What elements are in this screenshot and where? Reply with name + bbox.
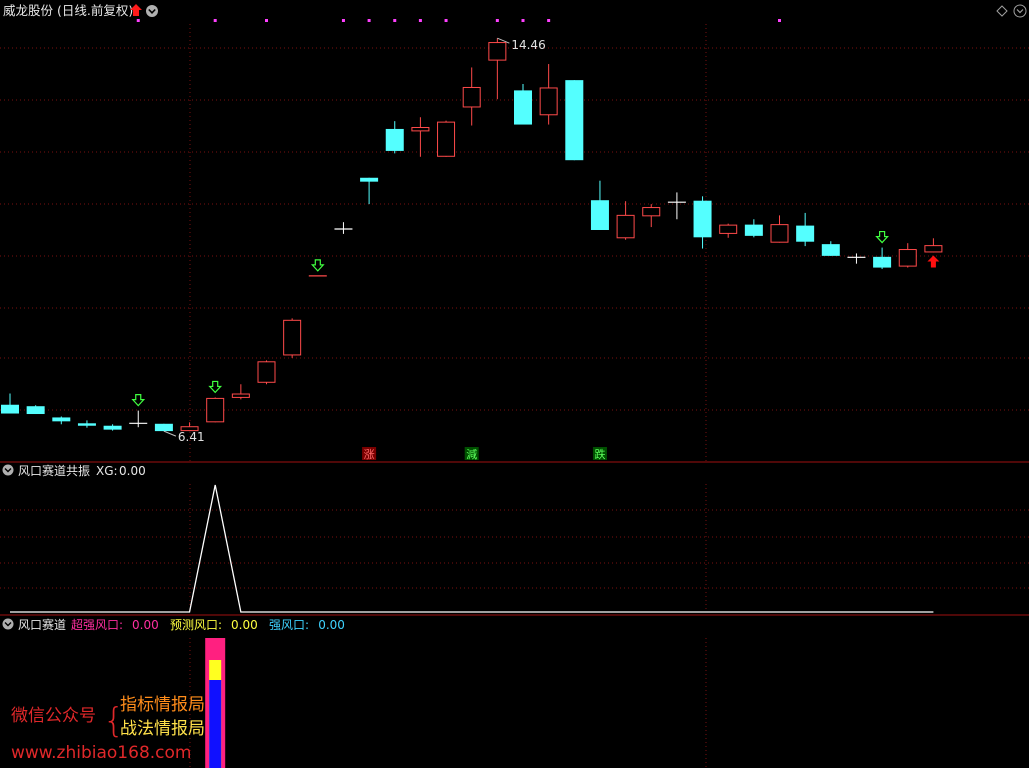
- low-price-label: 6.41: [178, 430, 205, 444]
- candle: [257, 360, 276, 385]
- signal-dot: [265, 19, 268, 22]
- candle-body: [52, 417, 71, 422]
- signal-dot: [547, 19, 551, 22]
- candle-body: [924, 245, 943, 253]
- candle-body: [719, 224, 738, 234]
- candle-body: [411, 126, 430, 132]
- chart-canvas[interactable]: 威龙股份 (日线.前复权) 14.46 6.41 涨 減 跌 风口赛道共振 XG: …: [0, 0, 1029, 768]
- signal-bar: [205, 638, 226, 768]
- legend-value: 0.00: [231, 618, 258, 632]
- candle-body: [283, 319, 302, 356]
- candle-body: [437, 121, 456, 157]
- chart-window: 威龙股份 (日线.前复权) 14.46 6.41 涨 減 跌 风口赛道共振 XG: …: [0, 0, 1029, 768]
- candle-body: [257, 361, 276, 383]
- candle-body: [539, 87, 558, 116]
- bottom-legend: 超强风口: 0.00 预测风口: 0.00 强风口: 0.00: [71, 617, 345, 632]
- legend-value: 0.00: [318, 618, 345, 632]
- candle-body: [26, 406, 45, 415]
- candle-body: [744, 224, 763, 236]
- candle-body: [565, 80, 584, 161]
- strong-bar: [209, 680, 222, 768]
- indicator-name: 风口赛道共振: [18, 463, 90, 478]
- marker-flag-text: 涨: [364, 448, 375, 461]
- marker-flag: 減: [464, 447, 479, 461]
- marker-flag: 跌: [592, 447, 607, 461]
- candle-body: [385, 128, 404, 151]
- signal-dot: [495, 19, 499, 22]
- candle: [283, 318, 302, 358]
- candle: [154, 423, 173, 432]
- chart-title: 威龙股份 (日线.前复权): [3, 3, 133, 18]
- candle-body: [103, 425, 122, 430]
- candle-body: [1, 404, 19, 414]
- signal-dot: [444, 19, 448, 22]
- candle-body: [514, 90, 532, 125]
- candle-body: [770, 224, 789, 243]
- signal-dot: [418, 19, 422, 22]
- candle-body: [206, 397, 225, 423]
- bottom-collapse-icon[interactable]: [2, 618, 14, 630]
- signal-dot: [778, 19, 781, 22]
- candle-body: [488, 42, 507, 61]
- candle: [206, 397, 225, 423]
- signal-dot: [521, 19, 525, 22]
- candle-body: [898, 249, 917, 267]
- watermark-wechat: 微信公众号: [11, 706, 96, 726]
- indicator-collapse-icon[interactable]: [2, 464, 14, 476]
- watermark-line2: 战法情报局: [120, 719, 205, 739]
- candle-body: [154, 423, 173, 432]
- signal-dot: [136, 19, 140, 22]
- legend-label: 预测风口:: [170, 618, 222, 632]
- candle-body: [360, 177, 379, 182]
- indicator-xg-value: 0.00: [119, 464, 146, 478]
- candle: [437, 120, 456, 157]
- bottom-indicator-name: 风口赛道: [18, 617, 66, 632]
- signal-dot: [341, 19, 345, 22]
- marker-flag-text: 減: [466, 447, 477, 461]
- signal-dot: [213, 19, 217, 22]
- legend-label: 超强风口:: [71, 617, 123, 632]
- signal-dot: [393, 19, 397, 22]
- watermark-url: www.zhibiao168.com: [11, 743, 191, 763]
- candle-body: [77, 423, 96, 426]
- legend-label: 强风口:: [269, 618, 309, 632]
- high-price-label: 14.46: [511, 38, 545, 52]
- legend-value: 0.00: [132, 618, 159, 632]
- candle-body: [231, 393, 250, 398]
- signal-dot: [367, 19, 371, 22]
- candle-body: [590, 200, 609, 230]
- candle-body: [693, 200, 712, 238]
- candle: [565, 80, 584, 161]
- candle-body: [796, 225, 815, 242]
- watermark-line1: 指标情报局: [120, 695, 205, 715]
- indicator-xg-label: XG:: [96, 464, 118, 478]
- candle-body: [873, 256, 892, 268]
- candle-body: [821, 244, 840, 256]
- candle: [26, 405, 45, 415]
- candle-body: [616, 214, 635, 239]
- marker-flag-text: 跌: [594, 447, 605, 461]
- dropdown-chevron-icon[interactable]: [146, 5, 158, 17]
- marker-flag: 涨: [362, 447, 377, 461]
- candle-body: [642, 207, 661, 217]
- candle-body: [462, 86, 481, 108]
